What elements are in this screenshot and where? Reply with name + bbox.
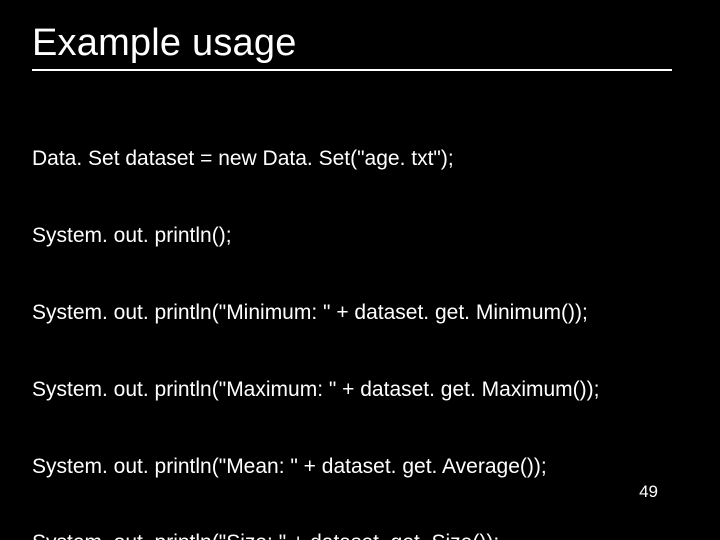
code-block-1: Data. Set dataset = new Data. Set("age. … [32,95,688,540]
slide: Example usage Data. Set dataset = new Da… [0,0,720,540]
code-line: Data. Set dataset = new Data. Set("age. … [32,146,688,172]
page-title: Example usage [32,22,688,65]
code-line: System. out. println("Size: " + dataset.… [32,530,688,540]
title-underline [32,69,672,71]
code-line: System. out. println("Mean: " + dataset.… [32,454,688,480]
page-number: 49 [639,482,658,502]
code-line: System. out. println("Maximum: " + datas… [32,377,688,403]
code-line: System. out. println("Minimum: " + datas… [32,300,688,326]
code-line: System. out. println(); [32,223,688,249]
